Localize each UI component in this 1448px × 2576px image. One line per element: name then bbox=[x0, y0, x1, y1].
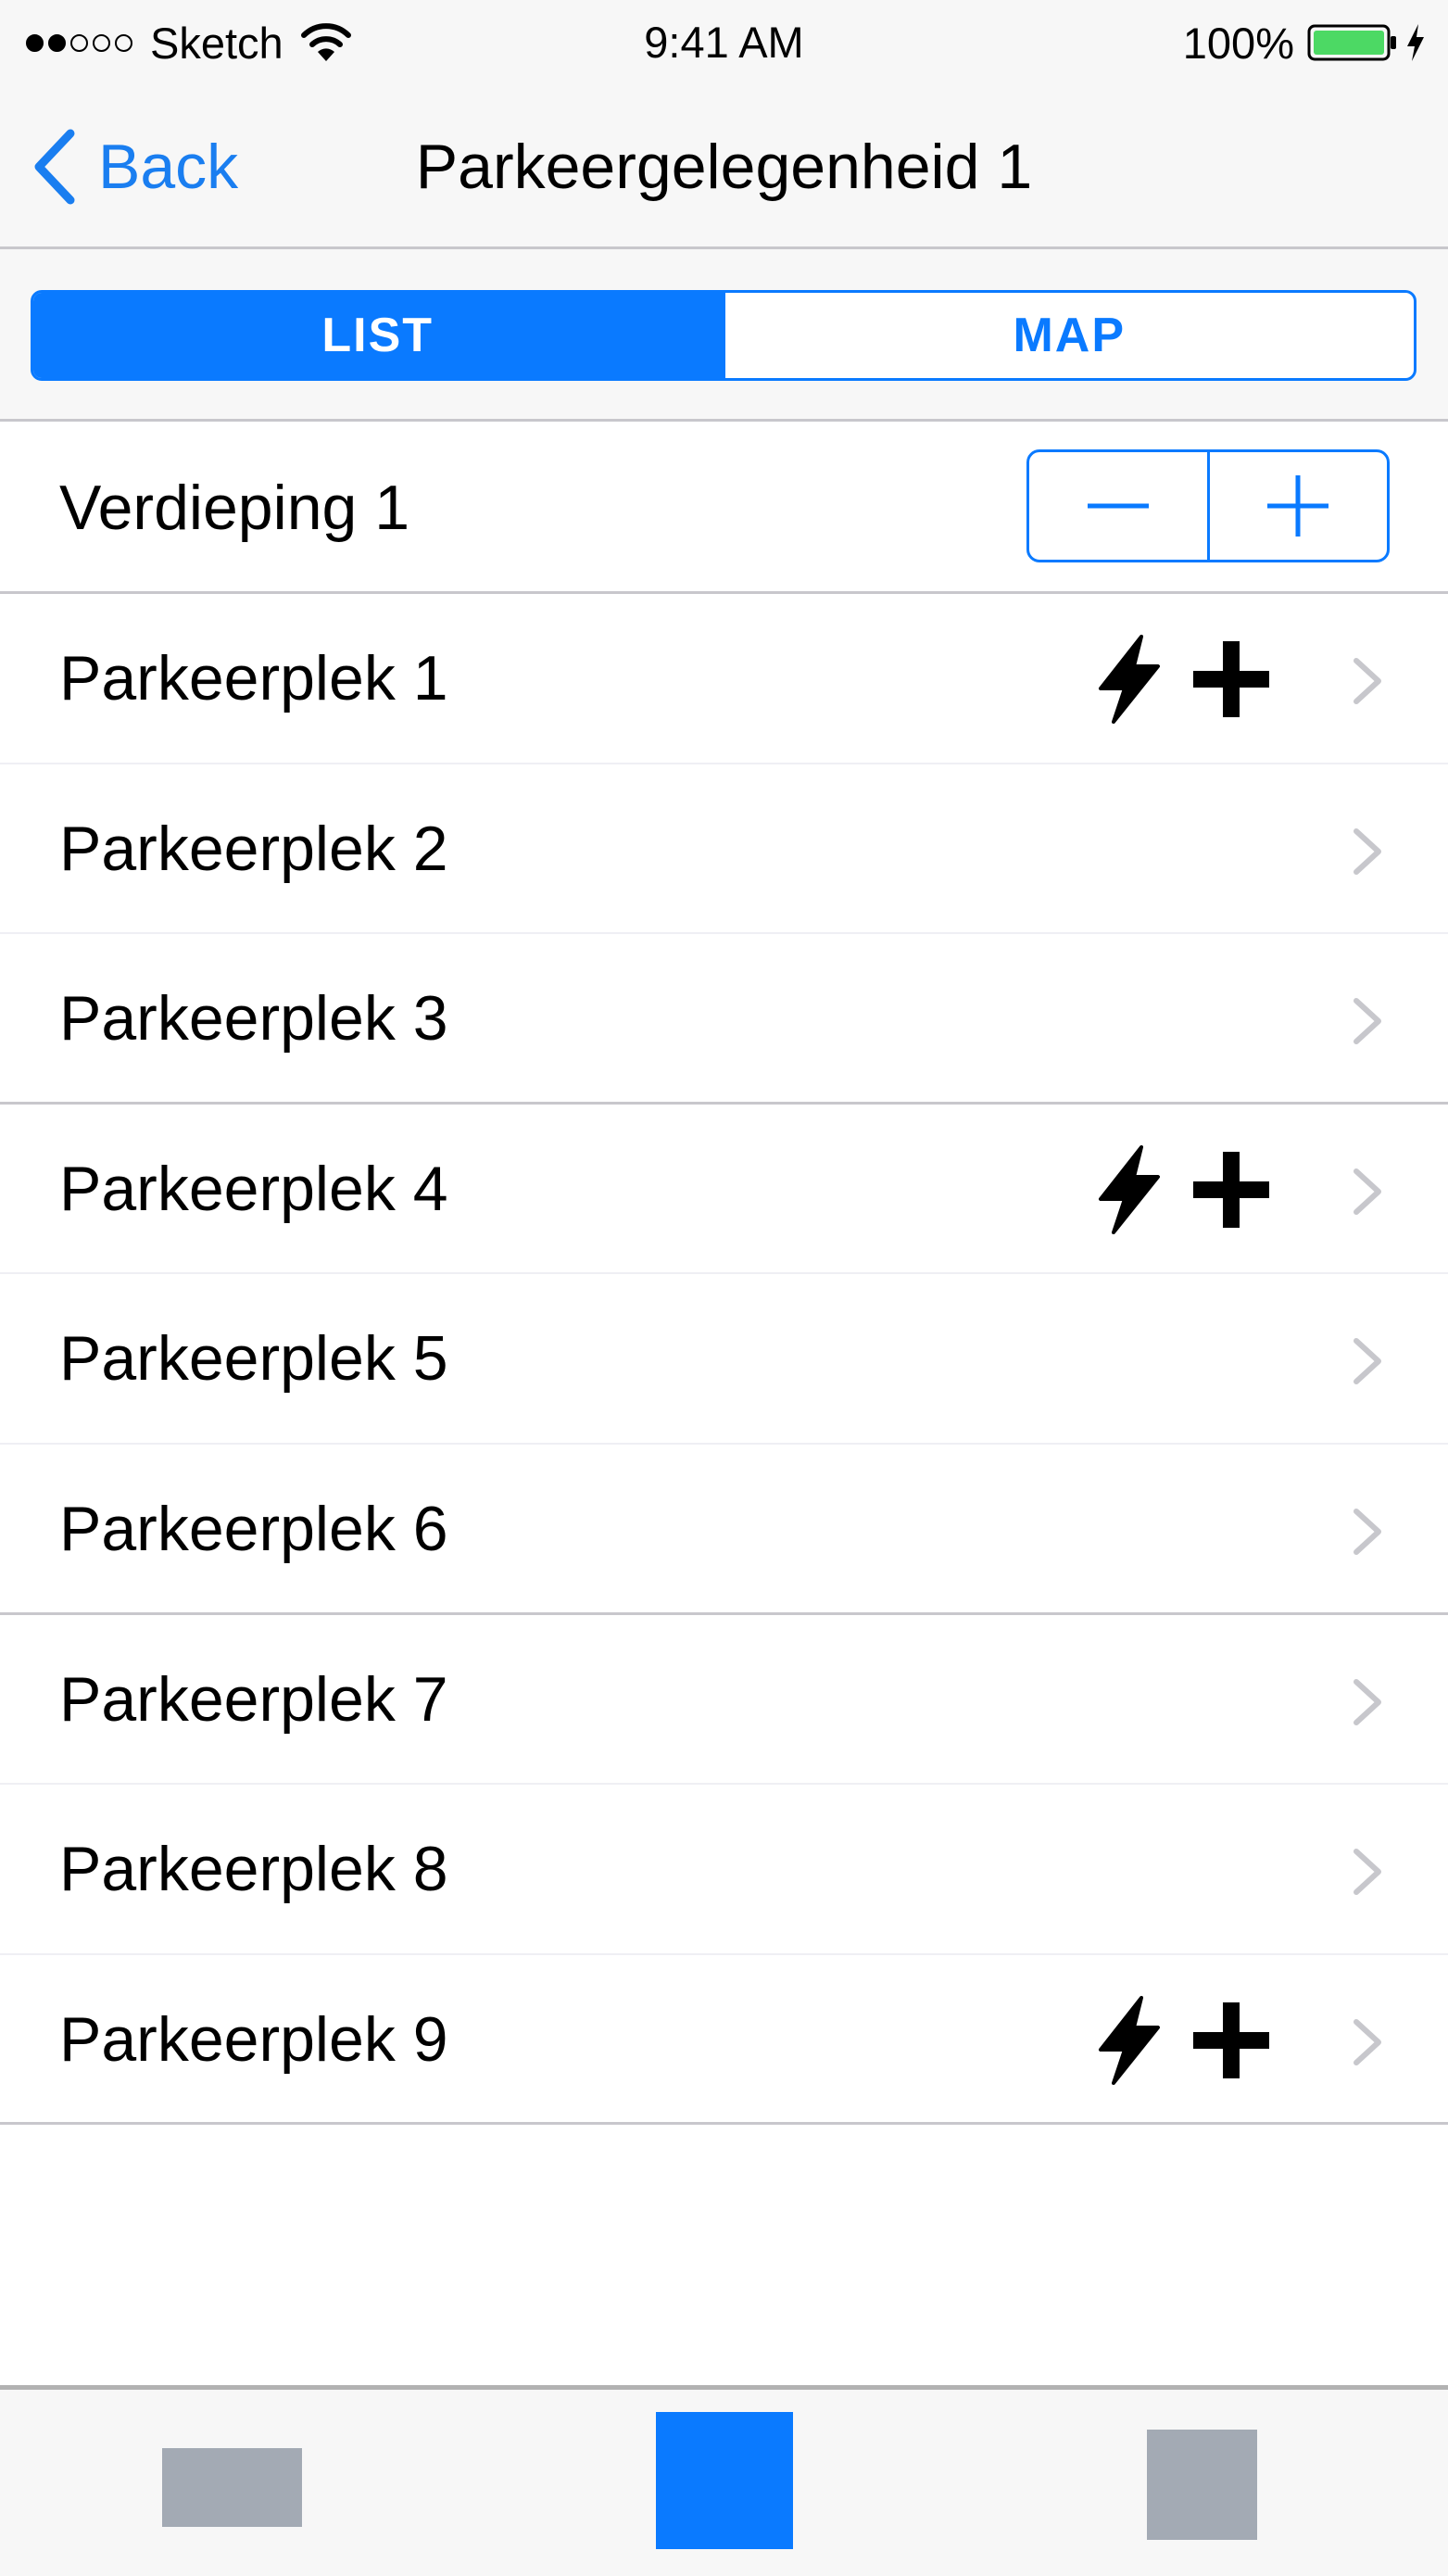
chevron-right-icon bbox=[1354, 658, 1381, 704]
chevron-right-icon bbox=[1354, 1849, 1381, 1896]
chevron-right-icon bbox=[1354, 827, 1381, 875]
chevron-right-icon bbox=[1354, 998, 1381, 1045]
charging-icon bbox=[1407, 24, 1424, 61]
list-item[interactable]: Parkeerplek 5 bbox=[0, 1274, 1448, 1445]
view-switcher-area: LIST MAP bbox=[0, 249, 1448, 422]
battery-percentage: 100% bbox=[1182, 18, 1294, 68]
floor-stepper bbox=[1026, 449, 1390, 562]
list-item-label: Parkeerplek 1 bbox=[59, 643, 448, 713]
list-item[interactable]: Parkeerplek 2 bbox=[0, 764, 1448, 935]
navigation-bar: Parkeergelegenheid 1 Back bbox=[0, 85, 1448, 249]
chevron-right-icon bbox=[1354, 1168, 1381, 1215]
segment-map[interactable]: MAP bbox=[722, 293, 1415, 378]
list-item-label: Parkeerplek 8 bbox=[59, 1834, 448, 1905]
list-item-icons bbox=[1093, 1995, 1271, 2085]
plus-icon bbox=[1193, 2001, 1269, 2078]
list-item-icons bbox=[1093, 1144, 1271, 1234]
chevron-right-icon bbox=[1354, 2018, 1381, 2065]
list-item-label: Parkeerplek 4 bbox=[59, 1153, 448, 1224]
floor-label: Verdieping 1 bbox=[59, 473, 410, 543]
list-item-label: Parkeerplek 7 bbox=[59, 1663, 448, 1735]
list-item[interactable]: Parkeerplek 9 bbox=[0, 1954, 1448, 2126]
tab-1[interactable] bbox=[162, 2448, 302, 2527]
chevron-right-icon bbox=[1354, 1338, 1381, 1385]
plus-icon bbox=[1267, 475, 1329, 537]
bolt-icon bbox=[1099, 635, 1160, 724]
list-item-label: Parkeerplek 5 bbox=[59, 1323, 448, 1395]
back-button[interactable]: Back bbox=[28, 120, 238, 213]
list-item[interactable]: Parkeerplek 7 bbox=[0, 1614, 1448, 1786]
plus-icon bbox=[1193, 641, 1269, 717]
tab-2[interactable] bbox=[656, 2412, 793, 2549]
list-item-label: Parkeerplek 6 bbox=[59, 1493, 448, 1564]
chevron-right-icon bbox=[1354, 1508, 1381, 1555]
floor-row: Verdieping 1 bbox=[0, 422, 1448, 594]
list-item[interactable]: Parkeerplek 6 bbox=[0, 1444, 1448, 1615]
bolt-icon bbox=[1099, 1144, 1160, 1234]
battery-icon bbox=[1307, 24, 1396, 61]
parking-spot-list: Parkeerplek 1 Parkeerplek 2 Parkeerplek … bbox=[0, 594, 1448, 2126]
floor-increment-button[interactable] bbox=[1206, 452, 1388, 560]
list-item-label: Parkeerplek 2 bbox=[59, 813, 448, 884]
status-right: 100% bbox=[1183, 17, 1428, 69]
list-item[interactable]: Parkeerplek 4 bbox=[0, 1104, 1448, 1275]
view-segmented-control: LIST MAP bbox=[31, 290, 1417, 381]
list-item[interactable]: Parkeerplek 3 bbox=[0, 934, 1448, 1105]
status-bar: Sketch 9:41 AM 100% bbox=[0, 0, 1448, 85]
chevron-right-icon bbox=[1354, 1678, 1381, 1725]
bolt-icon bbox=[1099, 1995, 1160, 2085]
list-item[interactable]: Parkeerplek 1 bbox=[0, 594, 1448, 764]
chevron-left-icon bbox=[34, 129, 75, 205]
list-item[interactable]: Parkeerplek 8 bbox=[0, 1785, 1448, 1955]
plus-icon bbox=[1193, 1151, 1269, 1228]
back-label: Back bbox=[98, 132, 239, 202]
list-item-label: Parkeerplek 9 bbox=[59, 2003, 448, 2075]
segment-list[interactable]: LIST bbox=[33, 293, 723, 378]
minus-icon bbox=[1087, 503, 1149, 509]
tab-bar bbox=[0, 2385, 1448, 2576]
tab-3[interactable] bbox=[1147, 2430, 1257, 2540]
floor-decrement-button[interactable] bbox=[1029, 452, 1207, 560]
list-item-icons bbox=[1093, 635, 1271, 724]
list-item-label: Parkeerplek 3 bbox=[59, 983, 448, 1054]
